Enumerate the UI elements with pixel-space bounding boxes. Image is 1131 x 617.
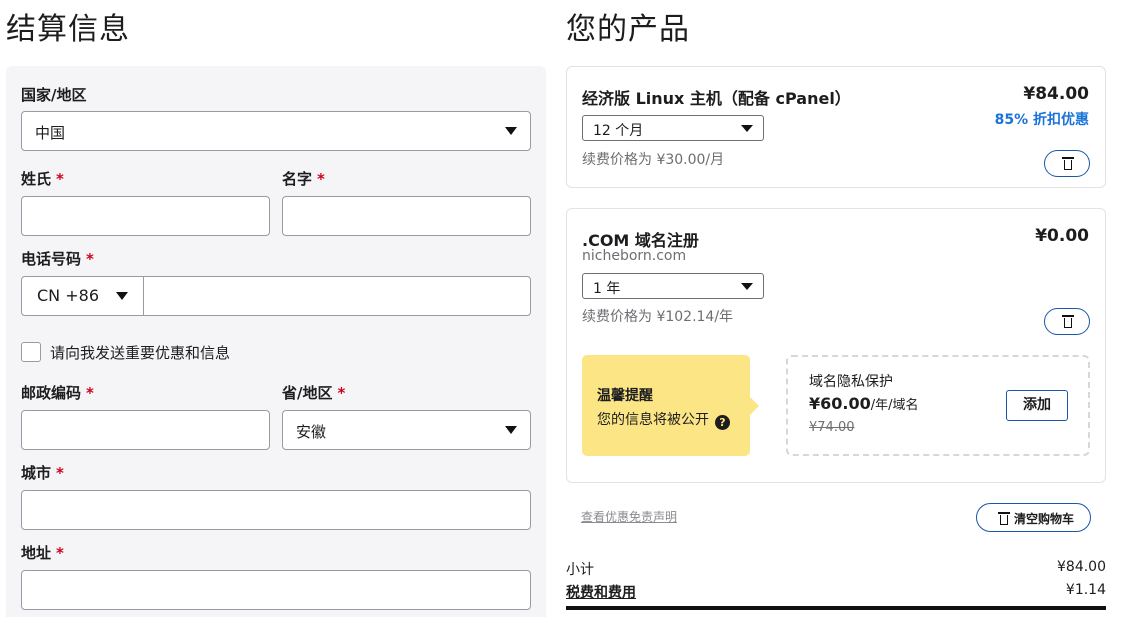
trash-icon [1062, 315, 1074, 328]
province-label: 省/地区 * [282, 384, 346, 402]
term-value: 12 个月 [593, 123, 644, 139]
term-select[interactable]: 12 个月 [582, 115, 764, 141]
tax-label[interactable]: 税费和费用 [566, 582, 636, 602]
tip-text: 您的信息将被公开? [597, 409, 730, 430]
privacy-warning-tip: 温馨提醒 您的信息将被公开? [582, 355, 759, 456]
subtotal-label: 小计 [566, 562, 594, 578]
product-card-hosting: 经济版 Linux 主机（配备 cPanel） ¥84.00 85% 折扣优惠 … [566, 66, 1106, 188]
postal-label: 邮政编码 * [21, 384, 94, 402]
chevron-down-icon [741, 283, 753, 290]
province-value: 安徽 [296, 423, 327, 441]
offers-checkbox[interactable] [21, 342, 41, 362]
discount-label: 85% 折扣优惠 [994, 112, 1089, 128]
trash-icon [998, 512, 1010, 525]
divider [566, 606, 1106, 610]
renewal-price: 续费价格为 ¥102.14/年 [582, 309, 734, 325]
term-value: 1 年 [593, 281, 621, 297]
add-privacy-button[interactable]: 添加 [1006, 390, 1068, 421]
last-name-input[interactable] [21, 196, 270, 236]
chevron-down-icon [741, 125, 753, 132]
privacy-price: ¥60.00/年/域名 [809, 394, 919, 413]
remove-item-button[interactable] [1044, 150, 1090, 177]
product-name: 经济版 Linux 主机（配备 cPanel） [582, 89, 851, 108]
clear-cart-button[interactable]: 清空购物车 [976, 503, 1091, 532]
billing-title: 结算信息 [6, 12, 130, 47]
remove-item-button[interactable] [1044, 308, 1090, 335]
renewal-price: 续费价格为 ¥30.00/月 [582, 152, 725, 168]
first-name-input[interactable] [282, 196, 531, 236]
country-label: 国家/地区 [21, 86, 87, 104]
domain-name: nicheborn.com [582, 248, 687, 264]
city-input[interactable] [21, 490, 531, 530]
help-icon[interactable]: ? [715, 415, 730, 430]
discount-disclaimer-link[interactable]: 查看优惠免责声明 [581, 508, 677, 525]
chevron-down-icon [505, 127, 517, 135]
phone-country-code: CN +86 [37, 286, 99, 305]
tax-value: ¥1.14 [1065, 582, 1106, 598]
country-select[interactable]: 中国 [21, 111, 531, 151]
privacy-upsell: 域名隐私保护 ¥60.00/年/域名 ¥74.00 添加 [786, 355, 1090, 456]
products-title: 您的产品 [566, 12, 690, 47]
phone-country-select[interactable]: CN +86 [22, 277, 144, 315]
billing-form: 国家/地区 中国 姓氏 * 名字 * 电话号码 * CN +86 请向我发送重要优惠和… [6, 66, 546, 617]
privacy-old-price: ¥74.00 [809, 420, 855, 435]
offers-checkbox-label: 请向我发送重要优惠和信息 [50, 344, 231, 362]
tip-title: 温馨提醒 [597, 388, 653, 404]
chevron-down-icon [116, 292, 128, 300]
trash-icon [1062, 157, 1074, 170]
clear-cart-label: 清空购物车 [1014, 512, 1075, 526]
address-input[interactable] [21, 570, 531, 610]
phone-label: 电话号码 * [21, 250, 94, 268]
privacy-title: 域名隐私保护 [809, 374, 893, 390]
phone-field: CN +86 [21, 276, 531, 316]
phone-number-input[interactable] [145, 277, 530, 315]
first-name-label: 名字 * [282, 170, 325, 188]
product-card-domain: .COM 域名注册 ¥0.00 nicheborn.com 1 年 续费价格为 … [566, 208, 1106, 483]
product-price: ¥84.00 [1023, 84, 1089, 104]
term-select[interactable]: 1 年 [582, 273, 764, 299]
product-price: ¥0.00 [1035, 226, 1089, 246]
country-value: 中国 [35, 124, 66, 142]
postal-input[interactable] [21, 410, 270, 450]
address-label: 地址 * [21, 544, 64, 562]
city-label: 城市 * [21, 464, 64, 482]
subtotal-value: ¥84.00 [1057, 559, 1106, 575]
chevron-down-icon [505, 426, 517, 434]
province-select[interactable]: 安徽 [282, 410, 531, 450]
last-name-label: 姓氏 * [21, 170, 64, 188]
